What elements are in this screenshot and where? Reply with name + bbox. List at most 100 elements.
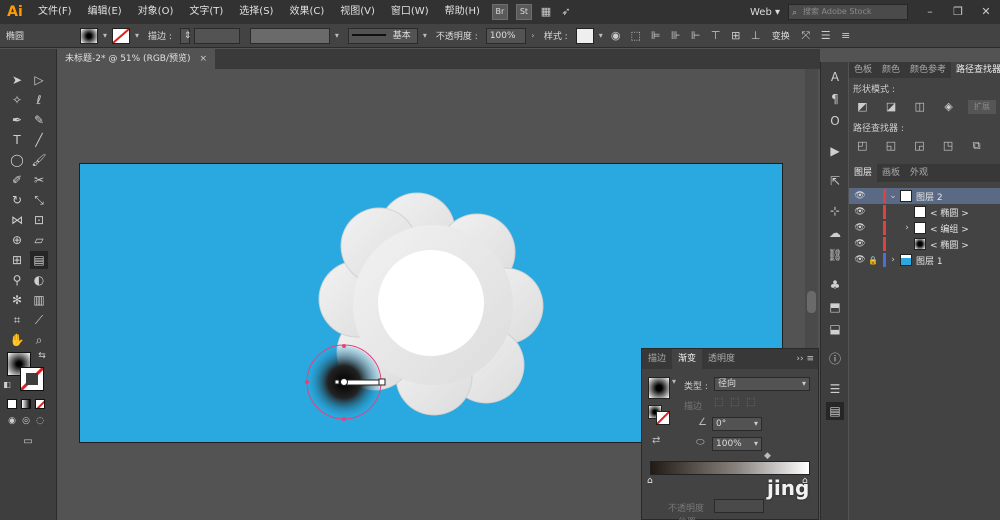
- crop-icon[interactable]: ◳: [939, 138, 958, 154]
- midpoint-diamond-icon[interactable]: ◆: [764, 451, 771, 461]
- selection-tool-icon[interactable]: ➤: [8, 71, 26, 89]
- stroke-swatch[interactable]: [112, 27, 130, 44]
- chevron-down-icon[interactable]: ⌄: [886, 191, 900, 201]
- curvature-tool-icon[interactable]: ✎: [30, 111, 48, 129]
- layer-row[interactable]: 👁 < 椭圆 >: [849, 204, 1000, 220]
- transform-button[interactable]: 变换: [766, 29, 796, 42]
- asset-export-icon[interactable]: ⬒: [826, 298, 844, 316]
- aspect-ratio-input[interactable]: 100% ▾: [712, 437, 762, 451]
- slice-tool-icon[interactable]: ⟋: [30, 311, 48, 329]
- style-swatch[interactable]: [575, 27, 594, 44]
- align-panel-icon[interactable]: ☰: [826, 380, 844, 398]
- chevron-down-icon[interactable]: ▾: [100, 31, 110, 40]
- recolor-icon[interactable]: ◉: [607, 27, 625, 45]
- gradient-handle[interactable]: [305, 380, 309, 384]
- layer-row[interactable]: 👁 › < 编组 >: [849, 220, 1000, 236]
- pen-tool-icon[interactable]: ✒: [8, 111, 26, 129]
- tab-pathfinder[interactable]: 路径查找器: [951, 62, 1000, 78]
- visibility-eye-icon[interactable]: 👁: [853, 207, 867, 217]
- chevron-down-icon[interactable]: ▾: [596, 31, 606, 40]
- isolate-icon[interactable]: ⤧: [797, 27, 815, 45]
- menu-window[interactable]: 窗口(W): [383, 0, 437, 24]
- zoom-tool-icon[interactable]: ⌕: [30, 331, 48, 349]
- paintbrush-tool-icon[interactable]: 🖌: [30, 151, 48, 169]
- layer-row[interactable]: 👁 ⌄ 图层 2: [849, 188, 1000, 204]
- menu-object[interactable]: 对象(O): [130, 0, 182, 24]
- symbol-sprayer-tool-icon[interactable]: ✻: [8, 291, 26, 309]
- scrollbar-thumb[interactable]: [807, 291, 816, 313]
- perspective-grid-tool-icon[interactable]: ▱: [30, 231, 48, 249]
- gradient-panel-icon[interactable]: ▤: [826, 402, 844, 420]
- gradient-stop-handle[interactable]: [334, 379, 340, 385]
- visibility-eye-icon[interactable]: 👁: [853, 191, 867, 201]
- chevron-right-icon[interactable]: ›: [528, 31, 538, 40]
- character-icon[interactable]: A: [826, 68, 844, 86]
- bridge-button[interactable]: Br: [491, 4, 508, 20]
- type-tool-icon[interactable]: T: [8, 131, 26, 149]
- stroke-across-icon[interactable]: ⬚: [746, 397, 755, 408]
- layer-name[interactable]: < 编组 >: [930, 222, 969, 235]
- align-middle-icon[interactable]: ⊞: [727, 27, 745, 45]
- menu-view[interactable]: 视图(V): [332, 0, 383, 24]
- tab-swatches[interactable]: 色板: [849, 62, 877, 78]
- scale-tool-icon[interactable]: ⤡: [30, 191, 48, 209]
- free-transform-tool-icon[interactable]: ⊡: [30, 211, 48, 229]
- none-mode-icon[interactable]: [35, 399, 45, 409]
- layer-name[interactable]: 图层 1: [916, 254, 943, 267]
- menu-edit[interactable]: 编辑(E): [80, 0, 130, 24]
- unite-icon[interactable]: ◩: [853, 99, 872, 115]
- workspace-switcher[interactable]: Web ▾: [742, 7, 788, 18]
- color-mode-icon[interactable]: [7, 399, 17, 409]
- outline-icon[interactable]: ⧉: [967, 138, 986, 154]
- chevron-right-icon[interactable]: ›: [886, 255, 900, 265]
- menu-type[interactable]: 文字(T): [181, 0, 231, 24]
- rotate-tool-icon[interactable]: ↻: [8, 191, 26, 209]
- paragraph-icon[interactable]: ¶: [826, 90, 844, 108]
- column-graph-tool-icon[interactable]: ▥: [30, 291, 48, 309]
- flower-center-circle[interactable]: [378, 250, 484, 356]
- chevron-down-icon[interactable]: ▾: [420, 31, 430, 40]
- menu-help[interactable]: 帮助(H): [437, 0, 488, 24]
- stroke-along-icon[interactable]: ⬚: [730, 397, 739, 408]
- tab-gradient[interactable]: 渐变: [672, 349, 703, 369]
- visibility-eye-icon[interactable]: 👁: [853, 239, 867, 249]
- tab-artboards[interactable]: 画板: [877, 164, 905, 182]
- gradient-mode-icon[interactable]: [21, 399, 31, 409]
- magic-wand-tool-icon[interactable]: ✧: [8, 91, 26, 109]
- stroke-within-icon[interactable]: ⬚: [714, 397, 723, 408]
- actions-icon[interactable]: ▶: [826, 142, 844, 160]
- stock-button[interactable]: St: [515, 4, 532, 20]
- swap-colors-icon[interactable]: ⇆: [36, 350, 48, 362]
- gradient-stop-left[interactable]: ⌂: [647, 476, 653, 486]
- shape-builder-tool-icon[interactable]: ⊕: [8, 231, 26, 249]
- gpu-performance-icon[interactable]: ➶: [557, 3, 575, 21]
- menu-file[interactable]: 文件(F): [30, 0, 80, 24]
- tab-color-guide[interactable]: 颜色参考: [905, 62, 951, 78]
- exclude-icon[interactable]: ◈: [939, 99, 958, 115]
- stroke-color-box[interactable]: [20, 367, 44, 391]
- layer-name[interactable]: < 椭圆 >: [930, 238, 969, 251]
- chevron-down-icon[interactable]: ▾: [332, 31, 342, 40]
- align-right-icon[interactable]: ⊩: [687, 27, 705, 45]
- gradient-end-handle[interactable]: [378, 378, 386, 386]
- mesh-tool-icon[interactable]: ⊞: [8, 251, 26, 269]
- gradient-slider[interactable]: [343, 379, 383, 386]
- visibility-eye-icon[interactable]: 👁: [853, 223, 867, 233]
- tab-transparency[interactable]: 透明度: [702, 349, 741, 369]
- shaper-tool-icon[interactable]: ✐: [8, 171, 26, 189]
- width-tool-icon[interactable]: ⋈: [8, 211, 26, 229]
- panel-menu-icon[interactable]: ›› ≡: [796, 349, 814, 369]
- layer-row[interactable]: 👁 🔒 › 图层 1: [849, 252, 1000, 268]
- export-icon[interactable]: ⇱: [826, 172, 844, 190]
- angle-input[interactable]: 0° ▾: [712, 417, 762, 431]
- tab-layers[interactable]: 图层: [849, 164, 878, 182]
- tab-appearance[interactable]: 外观: [905, 164, 933, 182]
- reverse-gradient-icon[interactable]: ⇄: [652, 435, 660, 446]
- info-icon[interactable]: ⓘ: [826, 350, 844, 368]
- close-tab-icon[interactable]: ×: [199, 49, 207, 69]
- screen-mode-icon[interactable]: ▭: [18, 435, 38, 449]
- gradient-handle[interactable]: [342, 417, 346, 421]
- visibility-eye-icon[interactable]: 👁: [853, 255, 867, 265]
- chevron-down-icon[interactable]: ▾: [132, 31, 142, 40]
- symbols-icon[interactable]: ♣: [826, 276, 844, 294]
